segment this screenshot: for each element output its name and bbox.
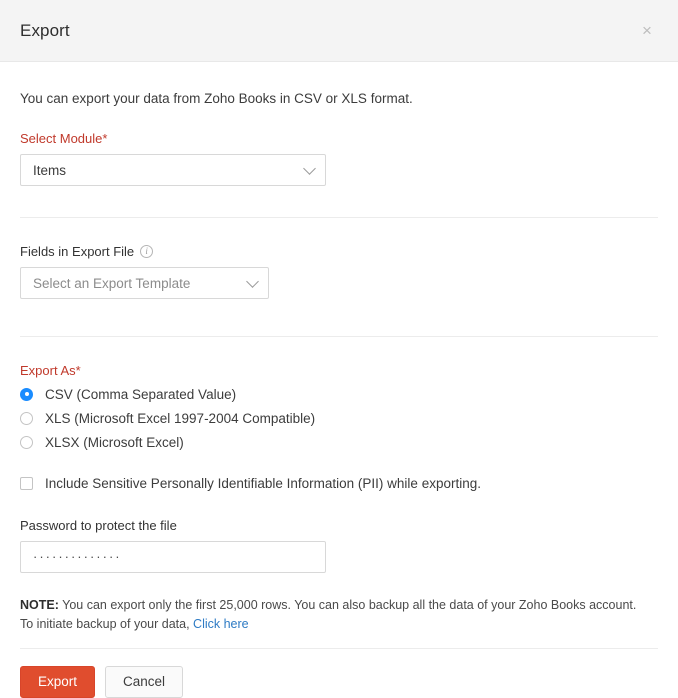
fields-in-export-file-section: Fields in Export File i Select an Export… xyxy=(20,244,658,304)
select-module-section: Select Module* Items xyxy=(20,131,658,191)
password-section: Password to protect the file xyxy=(20,518,658,573)
radio-option-xlsx[interactable]: XLSX (Microsoft Excel) xyxy=(20,435,658,450)
select-module-label: Select Module* xyxy=(20,131,658,146)
export-as-section: Export As* CSV (Comma Separated Value) X… xyxy=(20,363,658,450)
radio-icon-csv[interactable] xyxy=(20,388,33,401)
close-icon[interactable]: × xyxy=(636,20,658,42)
dialog-header: Export × xyxy=(0,0,678,62)
password-input[interactable] xyxy=(20,541,326,573)
dialog-title: Export xyxy=(20,21,70,41)
backup-click-here-link[interactable]: Click here xyxy=(193,617,249,631)
note-body: You can export only the first 25,000 row… xyxy=(20,598,636,631)
required-asterisk: * xyxy=(102,131,107,146)
export-button[interactable]: Export xyxy=(20,666,95,698)
fields-label-row: Fields in Export File i xyxy=(20,244,658,259)
radio-option-csv[interactable]: CSV (Comma Separated Value) xyxy=(20,387,658,402)
export-as-label-text: Export As xyxy=(20,363,76,378)
select-module-wrap: Items xyxy=(20,154,326,186)
note-prefix: NOTE: xyxy=(20,598,59,612)
radio-label-csv: CSV (Comma Separated Value) xyxy=(45,387,236,402)
required-asterisk: * xyxy=(76,363,81,378)
radio-option-xls[interactable]: XLS (Microsoft Excel 1997-2004 Compatibl… xyxy=(20,411,658,426)
info-icon[interactable]: i xyxy=(140,245,153,258)
cancel-button[interactable]: Cancel xyxy=(105,666,183,698)
export-as-label: Export As* xyxy=(20,363,658,378)
intro-text: You can export your data from Zoho Books… xyxy=(20,90,658,109)
dialog-footer: Export Cancel xyxy=(0,649,678,698)
pii-checkbox-label: Include Sensitive Personally Identifiabl… xyxy=(45,476,481,491)
radio-label-xlsx: XLSX (Microsoft Excel) xyxy=(45,435,184,450)
export-template-dropdown[interactable]: Select an Export Template xyxy=(20,267,269,299)
select-module-dropdown[interactable]: Items xyxy=(20,154,326,186)
divider-after-fields xyxy=(20,336,658,337)
select-module-label-text: Select Module xyxy=(20,131,102,146)
password-label: Password to protect the file xyxy=(20,518,658,533)
radio-icon-xlsx[interactable] xyxy=(20,436,33,449)
dialog-body: You can export your data from Zoho Books… xyxy=(0,90,678,649)
radio-label-xls: XLS (Microsoft Excel 1997-2004 Compatibl… xyxy=(45,411,315,426)
checkbox-icon-pii[interactable] xyxy=(20,477,33,490)
export-dialog: Export × You can export your data from Z… xyxy=(0,0,678,672)
note-text: NOTE: You can export only the first 25,0… xyxy=(20,596,650,635)
radio-icon-xls[interactable] xyxy=(20,412,33,425)
fields-in-export-file-label: Fields in Export File xyxy=(20,244,134,259)
export-template-wrap: Select an Export Template xyxy=(20,267,269,299)
divider-after-module xyxy=(20,217,658,218)
pii-checkbox-row[interactable]: Include Sensitive Personally Identifiabl… xyxy=(20,476,658,491)
